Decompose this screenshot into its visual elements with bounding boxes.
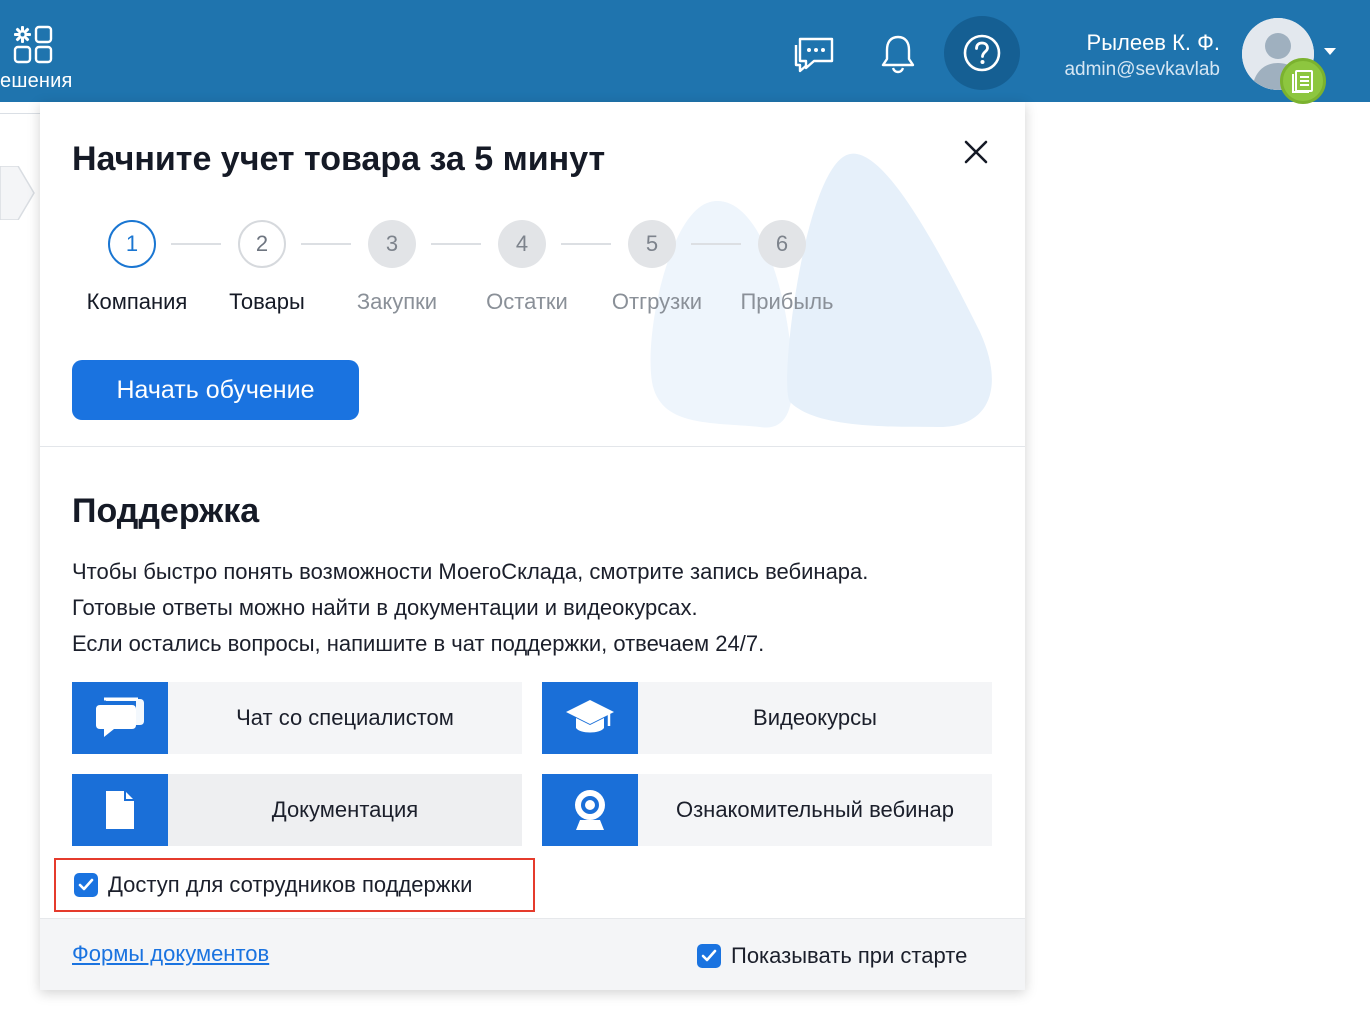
support-access-label: Доступ для сотрудников поддержки: [108, 872, 473, 897]
show-on-start-checkbox[interactable]: [697, 944, 721, 968]
step-connector: [431, 243, 481, 245]
step-connector: [561, 243, 611, 245]
document-icon: [72, 774, 168, 846]
intro-webinar-tile[interactable]: Ознакомительный вебинар: [542, 774, 992, 846]
checkmark-icon: [701, 949, 717, 962]
video-courses-tile[interactable]: Видеокурсы: [542, 682, 992, 754]
chat-icon: [794, 37, 834, 73]
step-label-products[interactable]: Товары: [202, 289, 332, 315]
section-divider: [40, 446, 1025, 447]
checkmark-icon: [78, 878, 94, 891]
step-1[interactable]: 1: [108, 220, 156, 268]
bell-icon: [881, 35, 915, 74]
document-forms-link[interactable]: Формы документов: [72, 941, 269, 967]
step-label-purchases[interactable]: Закупки: [332, 289, 462, 315]
breadcrumb-arrow: [0, 166, 35, 220]
step-label-shipments[interactable]: Отгрузки: [592, 289, 722, 315]
webcam-icon: [542, 774, 638, 846]
apps-menu[interactable]: ешения: [0, 18, 90, 94]
step-3[interactable]: 3: [368, 220, 416, 268]
support-description: Чтобы быстро понять возможности МоегоСкл…: [72, 559, 869, 656]
top-bar: ешения Рылеев К. Ф. admin@sevkavlab: [0, 0, 1370, 104]
notifications-button[interactable]: [860, 16, 936, 90]
step-4[interactable]: 4: [498, 220, 546, 268]
step-label-profit[interactable]: Прибыль: [722, 289, 852, 315]
step-connector: [691, 243, 741, 245]
help-panel: Начните учет товара за 5 минут 1 2 3 4 5…: [40, 102, 1025, 990]
step-label-stock[interactable]: Остатки: [462, 289, 592, 315]
support-title: Поддержка: [72, 492, 260, 530]
step-5[interactable]: 5: [628, 220, 676, 268]
show-on-start-label: Показывать при старте: [731, 943, 968, 968]
user-email: admin@sevkavlab: [1064, 59, 1220, 80]
onboarding-title: Начните учет товара за 5 минут: [72, 140, 606, 178]
user-info[interactable]: Рылеев К. Ф. admin@sevkavlab: [1020, 28, 1220, 82]
chat-bubbles-icon: [72, 682, 168, 754]
support-access-checkbox[interactable]: [74, 873, 98, 897]
step-connector: [171, 243, 221, 245]
documents-badge-icon: [1280, 58, 1326, 104]
chat-button[interactable]: [776, 16, 852, 90]
show-on-start-option[interactable]: Показывать при старте: [697, 943, 967, 969]
graduation-cap-icon: [542, 682, 638, 754]
apps-label: ешения: [0, 70, 73, 92]
documentation-tile[interactable]: Документация: [72, 774, 522, 846]
chat-specialist-tile[interactable]: Чат со специалистом: [72, 682, 522, 754]
background-divider: [0, 113, 40, 114]
step-label-company[interactable]: Компания: [72, 289, 202, 315]
help-icon: [963, 34, 1001, 72]
step-2[interactable]: 2: [238, 220, 286, 268]
start-training-button[interactable]: Начать обучение: [72, 360, 359, 420]
support-access-option[interactable]: Доступ для сотрудников поддержки: [54, 858, 535, 912]
step-connector: [301, 243, 351, 245]
chevron-down-icon[interactable]: [1324, 48, 1336, 55]
close-icon[interactable]: [960, 136, 992, 168]
panel-footer: Формы документов Показывать при старте: [40, 918, 1025, 990]
user-name: Рылеев К. Ф.: [1086, 30, 1220, 55]
step-6[interactable]: 6: [758, 220, 806, 268]
apps-icon: [13, 25, 53, 64]
help-button[interactable]: [944, 16, 1020, 90]
